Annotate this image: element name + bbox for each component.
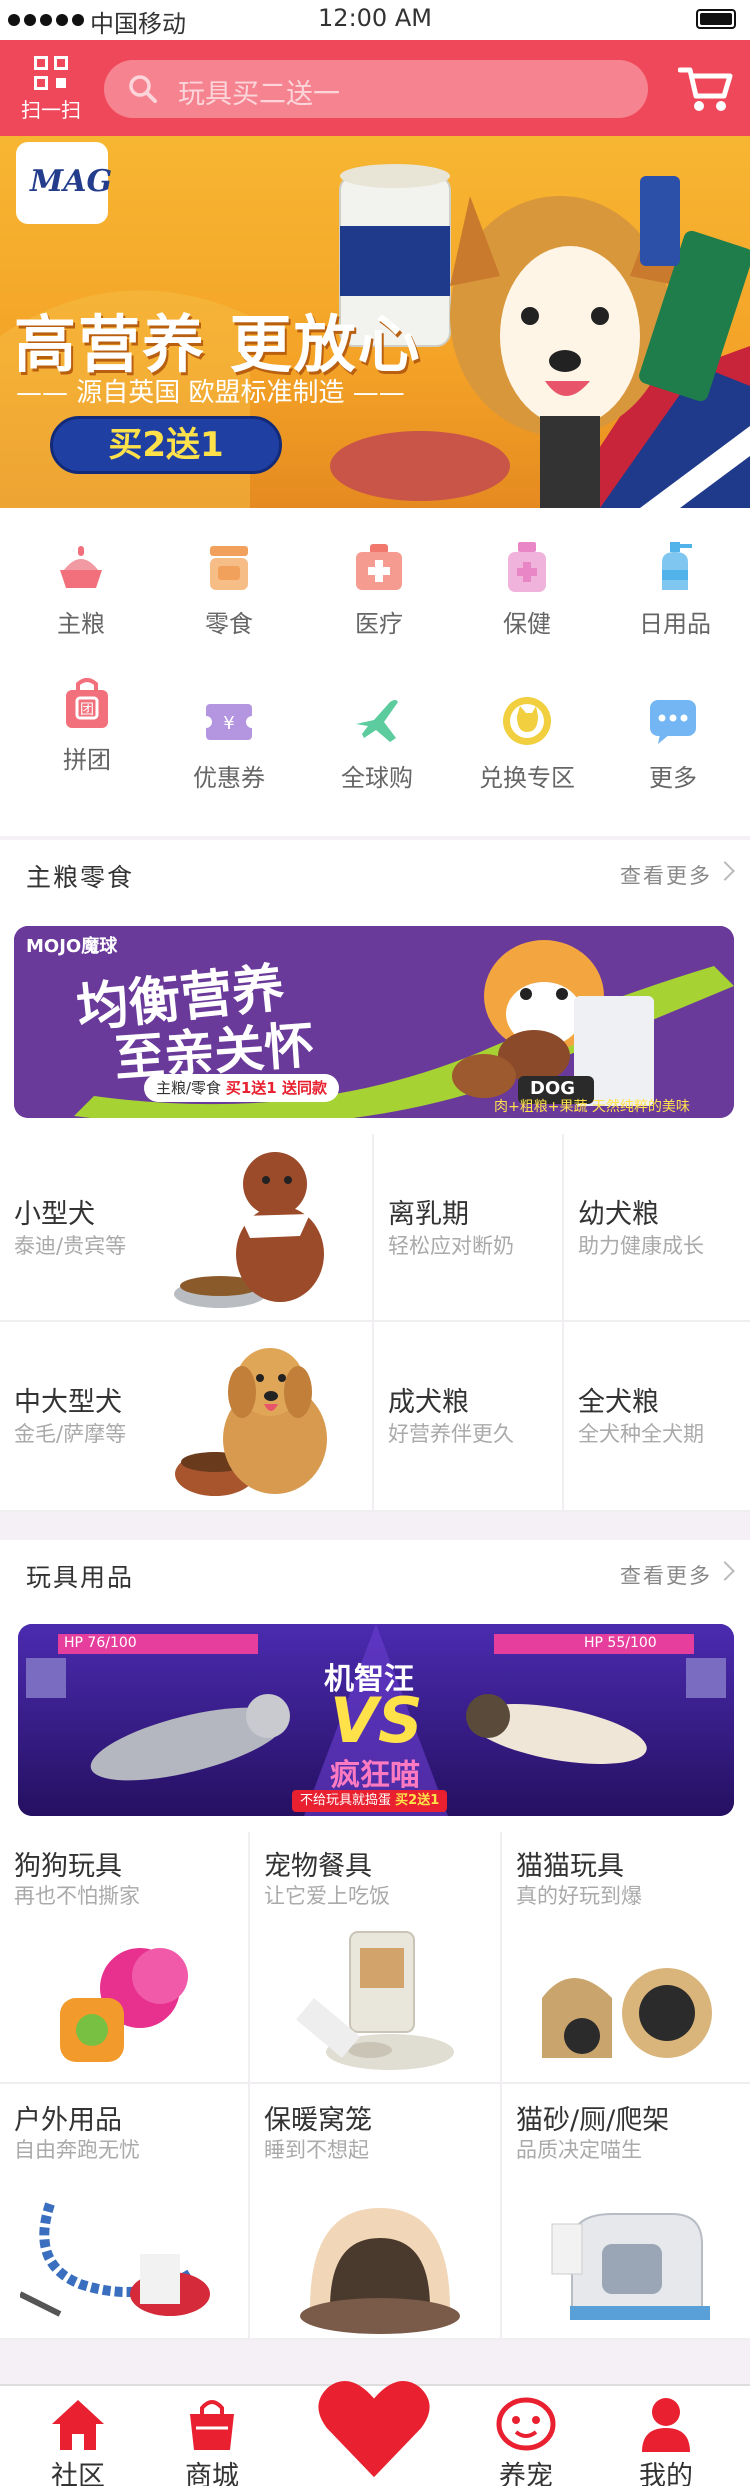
- banner-subline: —— 源自英国 欧盟标准制造 ——: [16, 378, 405, 408]
- category-main-food[interactable]: 主粮: [6, 540, 156, 639]
- toy-item-litter-toilet-tower[interactable]: 猫砂/厕/爬架 品质决定喵生: [502, 2084, 750, 2340]
- toy-category-grid: 狗狗玩具 再也不怕撕家 宠物餐具 让它爱上吃饭 猫猫玩具 真的好玩到爆 户外用品…: [0, 1832, 750, 2340]
- section-header-toys: 玩具用品 查看更多: [0, 1540, 750, 1608]
- dog-toy-image: [60, 1948, 188, 2062]
- promo-offer-ribbon: 不给玩具就捣蛋 买2送1: [292, 1790, 448, 1812]
- pet-bed-image: [300, 2208, 460, 2334]
- heart-icon: [318, 2380, 430, 2478]
- buy-2-get-1-button[interactable]: 买2送1: [50, 416, 282, 474]
- toy-item-feeders[interactable]: 宠物餐具 让它爱上吃饭: [250, 1832, 502, 2084]
- hero-banner[interactable]: MAG 高营养 更放心 —— 源自英国 欧盟标准制造 —— 买2送1: [0, 136, 750, 508]
- mag-brand-logo: MAG: [16, 142, 112, 224]
- search-bar[interactable]: 玩具买二送一: [104, 60, 648, 118]
- tab-favorite-center[interactable]: [314, 2374, 434, 2486]
- category-grid: 主粮 零食 医疗 保健 日用品 团 拼团 ¥ 优惠券 全球购 兑换专区 更多: [0, 508, 750, 836]
- clock-time: 12:00 AM: [318, 4, 432, 32]
- tab-community[interactable]: 社区: [18, 2386, 138, 2486]
- pet-face-icon: [496, 2397, 556, 2451]
- hp-left: HP 76/100: [64, 1635, 137, 1651]
- litter-box-image: [551, 2213, 710, 2320]
- vs-text: VS: [330, 1684, 423, 1757]
- search-icon: [129, 75, 157, 103]
- food-item-puppy[interactable]: 幼犬粮 助力健康成长: [564, 1134, 750, 1322]
- cat-scratcher-image: [542, 1968, 712, 2058]
- toy-item-outdoor[interactable]: 户外用品 自由奔跑无忧: [0, 2084, 250, 2340]
- food-item-all-dog[interactable]: 全犬粮 全犬种全犬期: [564, 1322, 750, 1512]
- group-buy-bag-icon: 团: [66, 678, 108, 728]
- mojo-promo-banner[interactable]: MOJO魔球 均衡营养 至亲关怀 主粮/零食 买1送1 送同款 DOG 肉+粗粮…: [14, 926, 734, 1118]
- section-title: 玩具用品: [26, 1563, 135, 1592]
- medical-kit-icon: [356, 544, 402, 590]
- promo-tagline: 肉+粗粮+果蔬 天然纯粹的美味: [494, 1099, 690, 1115]
- toy-promo-area: HP 76/100 HP 55/100 机智汪 VS 疯狂喵 不给玩具就捣蛋 买…: [0, 1608, 750, 1832]
- battery-icon: [696, 9, 736, 29]
- category-medical[interactable]: 医疗: [304, 540, 454, 639]
- section-title: 主粮零食: [26, 863, 135, 892]
- top-header: 扫一扫 玩具买二送一: [0, 40, 750, 136]
- hp-right: HP 55/100: [584, 1635, 657, 1651]
- shopping-cart-icon[interactable]: [678, 64, 734, 114]
- qr-code-icon: [34, 56, 68, 90]
- food-bowl-icon: [60, 546, 102, 588]
- search-placeholder: 玩具买二送一: [178, 79, 340, 110]
- scan-label: 扫一扫: [21, 98, 81, 122]
- toy-item-dog-toys[interactable]: 狗狗玩具 再也不怕撕家: [0, 1832, 250, 2084]
- airplane-icon: [356, 700, 398, 742]
- coupon-icon: ¥: [202, 704, 256, 740]
- food-item-small-dog[interactable]: 小型犬 泰迪/贵宾等: [0, 1134, 374, 1322]
- house-icon: [52, 2400, 104, 2450]
- section-header-food: 主粮零食 查看更多: [0, 840, 750, 908]
- svg-text:团: 团: [80, 702, 94, 718]
- svg-text:¥: ¥: [223, 713, 234, 734]
- view-more-link[interactable]: 查看更多: [620, 1560, 712, 1590]
- tab-pet-raising[interactable]: 养宠: [466, 2386, 586, 2486]
- mojo-brand: MOJO魔球: [26, 936, 118, 957]
- dog-vs-cat-promo-banner[interactable]: HP 76/100 HP 55/100 机智汪 VS 疯狂喵 不给玩具就捣蛋 买…: [18, 1624, 734, 1816]
- food-item-adult-dog[interactable]: 成犬粮 好营养伴更久: [374, 1322, 564, 1512]
- pet-feeder-image: [296, 1931, 454, 2070]
- category-snacks[interactable]: 零食: [154, 540, 304, 639]
- health-bottle-icon: [508, 542, 546, 592]
- scan-button[interactable]: 扫一扫: [14, 56, 88, 123]
- snack-jar-icon: [210, 546, 248, 590]
- category-more[interactable]: 更多: [598, 694, 748, 793]
- toy-item-cat-toys[interactable]: 猫猫玩具 真的好玩到爆: [502, 1832, 750, 2084]
- leash-image: [20, 2202, 210, 2317]
- view-more-link[interactable]: 查看更多: [620, 860, 712, 890]
- shampoo-bottle-icon: [662, 542, 692, 590]
- promo-offer-ribbon: 主粮/零食 买1送1 送同款: [144, 1074, 339, 1102]
- golden-retriever-image: [175, 1348, 327, 1496]
- promo-cat-name: 疯狂喵: [330, 1758, 420, 1793]
- category-coupons[interactable]: ¥ 优惠券: [154, 694, 304, 793]
- category-global-shopping[interactable]: 全球购: [302, 694, 452, 793]
- poodle-image: [174, 1152, 324, 1308]
- food-item-large-dog[interactable]: 中大型犬 金毛/萨摩等: [0, 1322, 374, 1512]
- shopping-bag-icon: [190, 2400, 234, 2450]
- status-bar: 中国移动 12:00 AM: [0, 0, 750, 40]
- toy-item-beds-cages[interactable]: 保暖窝笼 睡到不想起: [250, 2084, 502, 2340]
- food-category-grid: 小型犬 泰迪/贵宾等 离乳期 轻松应对断奶 幼犬粮 助力健康成长 中大型犬 金毛…: [0, 1134, 750, 1512]
- category-health[interactable]: 保健: [452, 540, 602, 639]
- banner-headline: 高营养 更放心: [14, 308, 422, 381]
- category-group-buy[interactable]: 团 拼团: [12, 676, 162, 775]
- category-exchange-zone[interactable]: 兑换专区: [452, 694, 602, 793]
- chevron-right-icon: [715, 861, 735, 881]
- more-chat-icon: [650, 700, 696, 744]
- food-promo-area: MOJO魔球 均衡营养 至亲关怀 主粮/零食 买1送1 送同款 DOG 肉+粗粮…: [0, 908, 750, 1134]
- user-icon: [642, 2398, 690, 2452]
- bottom-tab-bar: 社区 商城 养宠 我的: [0, 2380, 750, 2486]
- tab-mall[interactable]: 商城: [152, 2386, 272, 2486]
- food-item-weaning[interactable]: 离乳期 轻松应对断奶: [374, 1134, 564, 1322]
- category-daily-goods[interactable]: 日用品: [600, 540, 750, 639]
- chevron-right-icon: [715, 1561, 735, 1581]
- exchange-coin-icon: [503, 697, 551, 745]
- tab-profile[interactable]: 我的: [606, 2386, 726, 2486]
